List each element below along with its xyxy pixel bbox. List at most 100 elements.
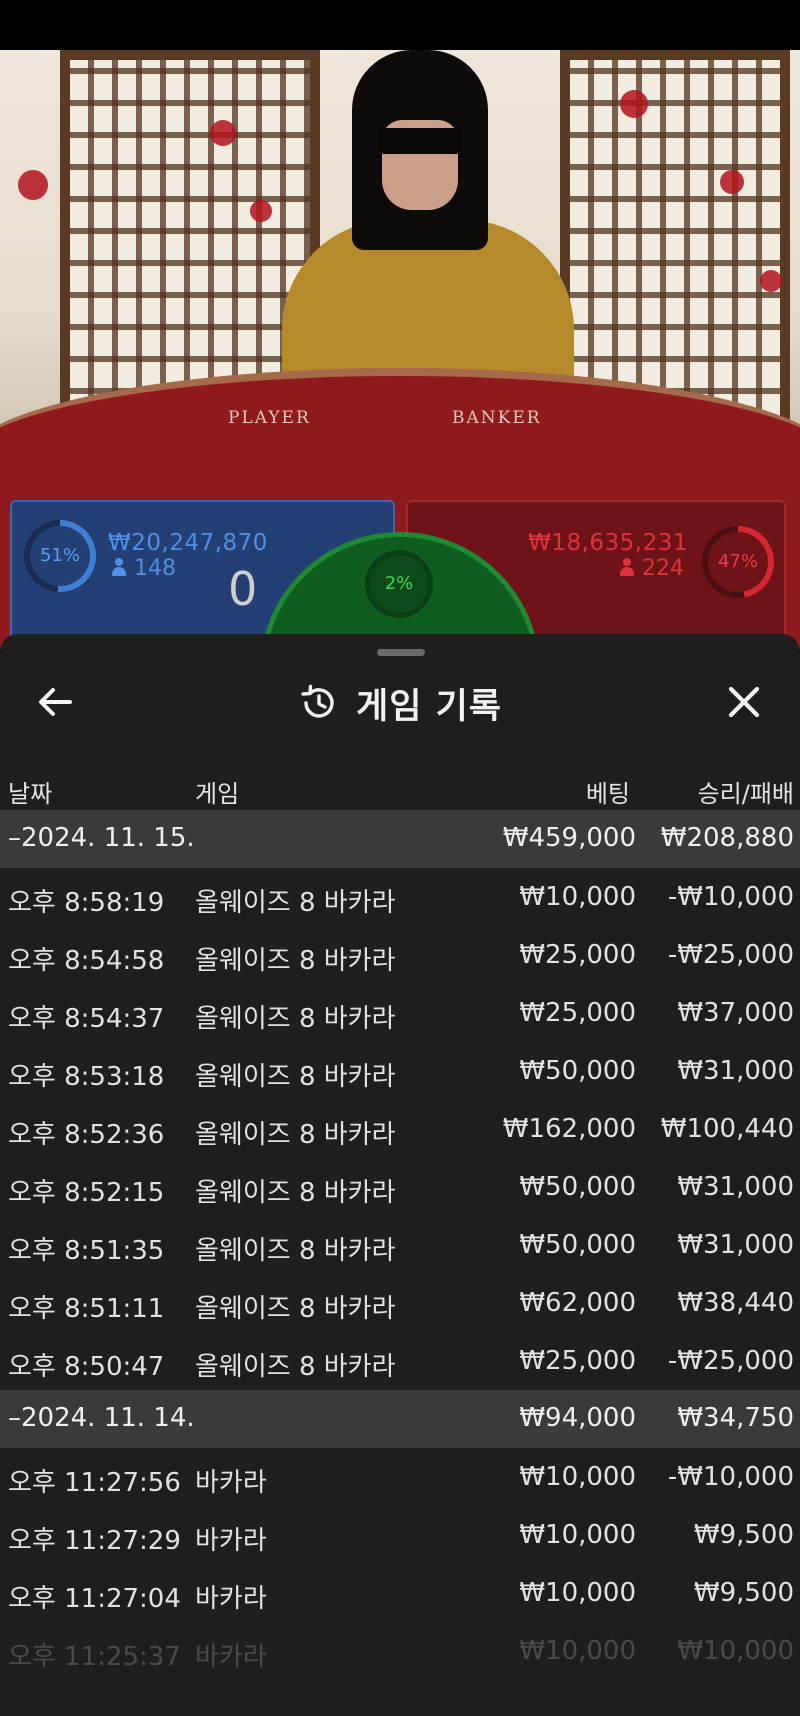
person-icon [620, 558, 634, 576]
row-time: 오후 11:25:37 [8, 1642, 181, 1672]
history-icon [301, 684, 334, 718]
row-game: 올웨이즈 8 바카라 [195, 888, 396, 918]
row-game: 올웨이즈 8 바카라 [195, 1236, 396, 1266]
row-result: ₩9,500 [693, 1578, 794, 1608]
column-header-bet: 베팅 [585, 780, 630, 808]
row-time: 오후 8:52:36 [8, 1120, 165, 1150]
table-label-player: PLAYER [228, 408, 311, 428]
player-bettor-count: 148 [112, 556, 176, 581]
row-result: ₩38,440 [677, 1288, 794, 1318]
player-percent-ring: 51% [24, 520, 96, 592]
row-game: 올웨이즈 8 바카라 [195, 1352, 396, 1382]
row-game: 올웨이즈 8 바카라 [195, 1062, 396, 1092]
date-group-header[interactable]: –2024. 11. 15. ₩459,000 ₩208,880 [0, 810, 800, 868]
row-game: 올웨이즈 8 바카라 [195, 946, 396, 976]
banker-bet-amount: ₩18,635,231 [528, 530, 688, 556]
title-group: 게임 기록 [298, 668, 502, 738]
row-bet: ₩50,000 [519, 1172, 636, 1202]
history-row[interactable]: 오후 11:25:37 바카라 ₩10,000 ₩10,000 [0, 1622, 800, 1680]
row-game: 올웨이즈 8 바카라 [195, 1004, 396, 1034]
history-row[interactable]: 오후 8:53:18 올웨이즈 8 바카라 ₩50,000 ₩31,000 [0, 1042, 800, 1100]
group-date: –2024. 11. 15. [8, 823, 195, 853]
row-time: 오후 8:53:18 [8, 1062, 165, 1092]
history-row[interactable]: 오후 8:54:37 올웨이즈 8 바카라 ₩25,000 ₩37,000 [0, 984, 800, 1042]
table-label-banker: BANKER [452, 408, 542, 428]
dealer-mask [378, 128, 462, 154]
row-time: 오후 11:27:04 [8, 1584, 181, 1614]
row-result: -₩10,000 [667, 882, 794, 912]
history-row[interactable]: 오후 8:50:47 올웨이즈 8 바카라 ₩25,000 -₩25,000 [0, 1332, 800, 1390]
row-bet: ₩10,000 [519, 1520, 636, 1550]
player-bet-amount: ₩20,247,870 [108, 530, 268, 556]
row-bet: ₩10,000 [519, 882, 636, 912]
player-percent: 51% [39, 545, 80, 566]
history-row[interactable]: 오후 8:58:19 올웨이즈 8 바카라 ₩10,000 -₩10,000 [0, 868, 800, 926]
row-result: ₩100,440 [660, 1114, 794, 1144]
row-game: 바카라 [195, 1468, 267, 1498]
close-button[interactable] [720, 678, 768, 726]
blossom [760, 270, 782, 292]
tie-percent-ring: 2% [365, 550, 433, 618]
group-result-total: ₩208,880 [660, 823, 794, 853]
row-result: ₩10,000 [677, 1636, 794, 1666]
banker-percent: 47% [717, 551, 758, 572]
row-bet: ₩62,000 [519, 1288, 636, 1318]
banker-count-value: 224 [642, 556, 684, 581]
back-button[interactable] [32, 678, 80, 726]
history-row[interactable]: 오후 8:52:36 올웨이즈 8 바카라 ₩162,000 ₩100,440 [0, 1100, 800, 1158]
banker-percent-ring: 47% [702, 526, 774, 598]
row-bet: ₩50,000 [519, 1230, 636, 1260]
blossom [620, 90, 648, 118]
row-time: 오후 8:50:47 [8, 1352, 165, 1382]
group-result-total: ₩34,750 [677, 1403, 794, 1433]
status-bar [0, 0, 800, 50]
row-bet: ₩25,000 [519, 1346, 636, 1376]
right-decorative-screen [560, 50, 790, 430]
row-game: 올웨이즈 8 바카라 [195, 1178, 396, 1208]
row-result: -₩10,000 [667, 1462, 794, 1492]
sheet-header: 게임 기록 [0, 668, 800, 738]
blossom [720, 170, 744, 194]
row-game: 올웨이즈 8 바카라 [195, 1120, 396, 1150]
group-bet-total: ₩94,000 [519, 1403, 636, 1433]
row-result: ₩37,000 [677, 998, 794, 1028]
blossom [250, 200, 272, 222]
column-header-game: 게임 [195, 780, 240, 808]
history-row[interactable]: 오후 8:52:15 올웨이즈 8 바카라 ₩50,000 ₩31,000 [0, 1158, 800, 1216]
banker-bettor-count: 224 [620, 556, 684, 581]
row-result: ₩31,000 [677, 1230, 794, 1260]
arrow-left-icon [39, 688, 72, 716]
drag-handle[interactable] [377, 649, 425, 656]
column-headers: 날짜 게임 베팅 승리/패배 [0, 758, 800, 814]
row-bet: ₩10,000 [519, 1636, 636, 1666]
blossom [210, 120, 236, 146]
date-group-header[interactable]: –2024. 11. 14. ₩94,000 ₩34,750 [0, 1390, 800, 1448]
group-date: –2024. 11. 14. [8, 1403, 195, 1433]
row-game: 바카라 [195, 1526, 267, 1556]
row-time: 오후 8:51:11 [8, 1294, 165, 1324]
column-header-date: 날짜 [8, 780, 53, 808]
close-icon [728, 686, 760, 718]
row-game: 올웨이즈 8 바카라 [195, 1294, 396, 1324]
history-row[interactable]: 오후 11:27:29 바카라 ₩10,000 ₩9,500 [0, 1506, 800, 1564]
row-time: 오후 8:52:15 [8, 1178, 165, 1208]
person-icon [112, 558, 126, 576]
row-result: -₩25,000 [667, 940, 794, 970]
row-bet: ₩10,000 [519, 1578, 636, 1608]
group-bet-total: ₩459,000 [502, 823, 636, 853]
row-result: -₩25,000 [667, 1346, 794, 1376]
player-score: 0 [228, 562, 258, 616]
tie-percent: 2% [384, 573, 414, 594]
sheet-title: 게임 기록 [356, 686, 502, 727]
row-result: ₩9,500 [693, 1520, 794, 1550]
player-count-value: 148 [134, 556, 176, 581]
history-row[interactable]: 오후 8:54:58 올웨이즈 8 바카라 ₩25,000 -₩25,000 [0, 926, 800, 984]
history-row[interactable]: 오후 11:27:56 바카라 ₩10,000 -₩10,000 [0, 1448, 800, 1506]
row-time: 오후 8:54:37 [8, 1004, 165, 1034]
row-time: 오후 8:51:35 [8, 1236, 165, 1266]
history-row[interactable]: 오후 8:51:35 올웨이즈 8 바카라 ₩50,000 ₩31,000 [0, 1216, 800, 1274]
row-time: 오후 8:58:19 [8, 888, 165, 918]
history-row[interactable]: 오후 11:27:04 바카라 ₩10,000 ₩9,500 [0, 1564, 800, 1622]
history-row[interactable]: 오후 8:51:11 올웨이즈 8 바카라 ₩62,000 ₩38,440 [0, 1274, 800, 1332]
row-result: ₩31,000 [677, 1172, 794, 1202]
